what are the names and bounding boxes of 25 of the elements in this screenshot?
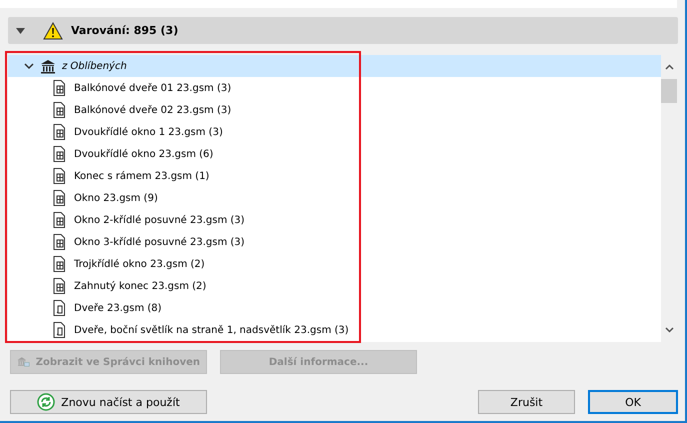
- tree-item[interactable]: Okno 23.gsm (9): [8, 187, 661, 209]
- tree-group-row[interactable]: z Oblíbených: [8, 55, 661, 77]
- tree-item[interactable]: Balkónové dveře 01 23.gsm (3): [8, 77, 661, 99]
- tree-item[interactable]: Dvoukřídlé okno 23.gsm (6): [8, 143, 661, 165]
- dialog-button[interactable]: OK: [588, 390, 678, 414]
- tree-item[interactable]: Dveře, boční světlík na straně 1, nadsvětlík 23.gsm (3): [8, 319, 661, 341]
- tree-item[interactable]: Okno 2-křídlé posuvné 23.gsm (3): [8, 209, 661, 231]
- tree-item[interactable]: Dveře 23.gsm (8): [8, 297, 661, 319]
- tree-item[interactable]: Balkónové dveře 02 23.gsm (3): [8, 99, 661, 121]
- section-title: Varování: 895 (3): [71, 24, 178, 37]
- tree-item[interactable]: Dvoukřídlé okno 1 23.gsm (3): [8, 121, 661, 143]
- warning-section-header[interactable]: Varování: 895 (3): [8, 17, 678, 44]
- tree-item[interactable]: Konec s rámem 23.gsm (1): [8, 165, 661, 187]
- tree-item[interactable]: Zahnutý konec 23.gsm (2): [8, 275, 661, 297]
- warning-icon: [43, 22, 63, 40]
- scroll-thumb[interactable]: [661, 79, 677, 103]
- scroll-down-icon[interactable]: [664, 327, 674, 333]
- tree-item[interactable]: Trojkřídlé okno 23.gsm (2): [8, 253, 661, 275]
- library-icon: [40, 58, 56, 74]
- group-label: z Oblíbených: [62, 60, 127, 72]
- reload-button[interactable]: Znovu načíst a použít: [10, 390, 207, 414]
- dialog-button[interactable]: Zrušit: [478, 390, 575, 414]
- tree-item[interactable]: Okno 3-křídlé posuvné 23.gsm (3): [8, 231, 661, 253]
- scroll-up-icon[interactable]: [664, 64, 674, 70]
- reload-icon: [37, 393, 56, 411]
